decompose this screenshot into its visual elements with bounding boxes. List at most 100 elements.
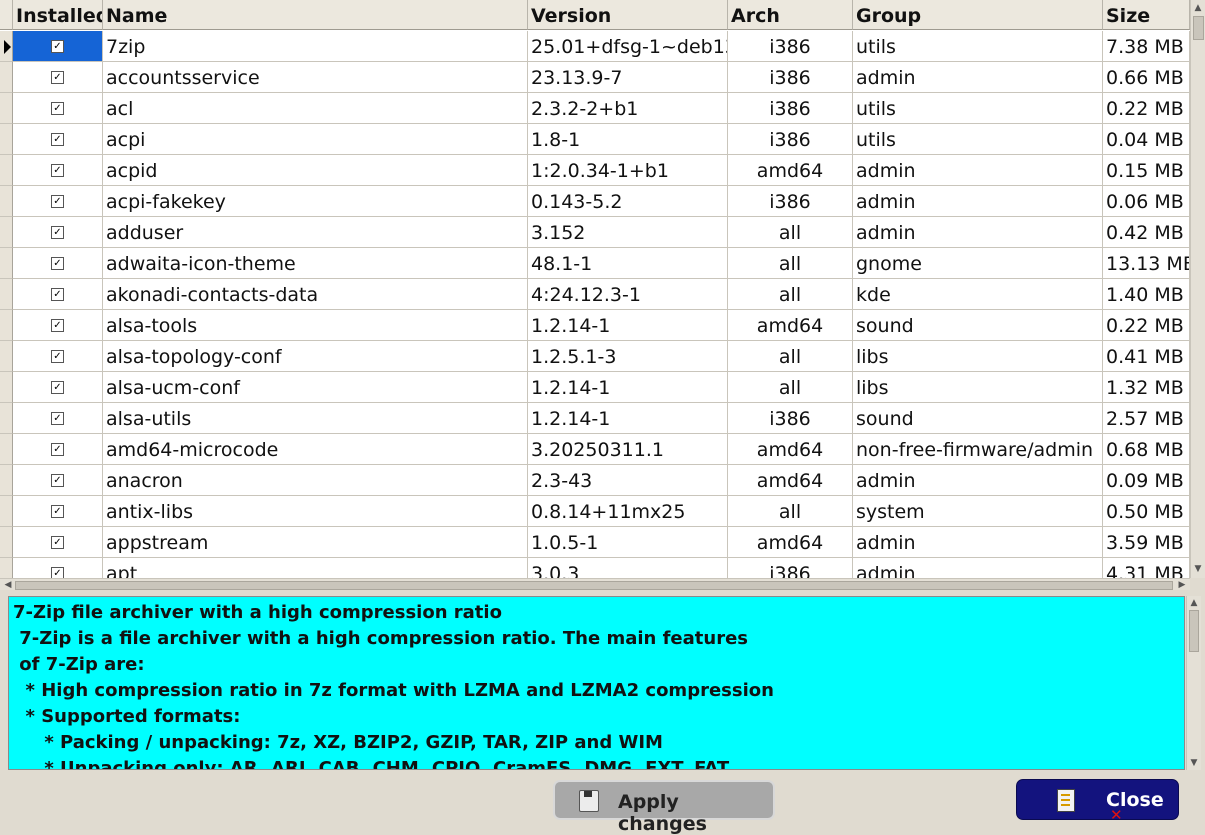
installed-checkbox[interactable]: ✓ xyxy=(51,256,64,270)
installed-checkbox[interactable]: ✓ xyxy=(51,318,64,332)
installed-checkbox[interactable]: ✓ xyxy=(51,473,64,487)
installed-cell[interactable]: ✓ xyxy=(13,434,103,465)
installed-cell[interactable]: ✓ xyxy=(13,217,103,248)
table-row[interactable]: ✓ adduser 3.152 all admin 0.42 MB xyxy=(0,217,1190,248)
column-header-name[interactable]: Name xyxy=(103,0,528,30)
name-cell: acpid xyxy=(103,155,528,186)
row-indicator[interactable] xyxy=(0,155,13,186)
installed-cell[interactable]: ✓ xyxy=(13,465,103,496)
row-indicator[interactable] xyxy=(0,93,13,124)
installed-checkbox[interactable]: ✓ xyxy=(51,101,64,115)
row-indicator[interactable] xyxy=(0,62,13,93)
group-cell: admin xyxy=(853,62,1103,93)
installed-checkbox[interactable]: ✓ xyxy=(51,287,64,301)
installed-cell[interactable]: ✓ xyxy=(13,403,103,434)
table-row[interactable]: ✓ akonadi-contacts-data 4:24.12.3-1 all kde 1… xyxy=(0,279,1190,310)
row-indicator[interactable] xyxy=(0,124,13,155)
installed-checkbox[interactable]: ✓ xyxy=(51,39,64,53)
installed-cell[interactable]: ✓ xyxy=(13,279,103,310)
installed-checkbox[interactable]: ✓ xyxy=(51,163,64,177)
installed-checkbox[interactable]: ✓ xyxy=(51,225,64,239)
installed-checkbox[interactable]: ✓ xyxy=(51,70,64,84)
group-cell: system xyxy=(853,496,1103,527)
row-indicator[interactable] xyxy=(0,558,13,578)
installed-checkbox[interactable]: ✓ xyxy=(51,504,64,518)
row-indicator[interactable] xyxy=(0,341,13,372)
grid-horizontal-scrollbar[interactable]: ◀ ▶ xyxy=(0,578,1190,590)
column-header-size[interactable]: Size xyxy=(1103,0,1190,30)
size-cell: 0.50 MB xyxy=(1103,496,1190,527)
scroll-right-icon[interactable]: ▶ xyxy=(1175,578,1189,590)
scroll-up-icon[interactable]: ▲ xyxy=(1191,1,1205,15)
table-row[interactable]: ✓ acpid 1:2.0.34-1+b1 amd64 admin 0.15 MB xyxy=(0,155,1190,186)
scroll-down-icon[interactable]: ▼ xyxy=(1191,562,1205,576)
column-header-arch[interactable]: Arch xyxy=(728,0,853,30)
installed-cell[interactable]: ✓ xyxy=(13,341,103,372)
table-row[interactable]: ✓ alsa-topology-conf 1.2.5.1-3 all libs 0.41 … xyxy=(0,341,1190,372)
row-indicator[interactable] xyxy=(0,496,13,527)
row-indicator[interactable] xyxy=(0,279,13,310)
size-cell: 0.68 MB xyxy=(1103,434,1190,465)
row-indicator[interactable] xyxy=(0,31,13,62)
table-row[interactable]: ✓ apt 3.0.3 i386 admin 4.31 MB xyxy=(0,558,1190,578)
row-indicator[interactable] xyxy=(0,372,13,403)
installed-cell[interactable]: ✓ xyxy=(13,527,103,558)
table-row[interactable]: ✓ appstream 1.0.5-1 amd64 admin 3.59 MB xyxy=(0,527,1190,558)
table-row[interactable]: ✓ accountsservice 23.13.9-7 i386 admin 0.66 M… xyxy=(0,62,1190,93)
row-indicator[interactable] xyxy=(0,465,13,496)
installed-cell[interactable]: ✓ xyxy=(13,155,103,186)
scroll-left-icon[interactable]: ◀ xyxy=(1,578,15,590)
grid-scroll-thumb[interactable] xyxy=(1193,16,1204,40)
installed-cell[interactable]: ✓ xyxy=(13,496,103,527)
row-indicator[interactable] xyxy=(0,186,13,217)
table-row[interactable]: ✓ anacron 2.3-43 amd64 admin 0.09 MB xyxy=(0,465,1190,496)
group-cell: libs xyxy=(853,341,1103,372)
table-row[interactable]: ✓ acpi 1.8-1 i386 utils 0.04 MB xyxy=(0,124,1190,155)
row-indicator[interactable] xyxy=(0,310,13,341)
row-indicator[interactable] xyxy=(0,434,13,465)
column-header-group[interactable]: Group xyxy=(853,0,1103,30)
table-row[interactable]: ✓ antix-libs 0.8.14+11mx25 all system 0.50 MB xyxy=(0,496,1190,527)
package-grid[interactable]: Installed Name Version Arch Group Size ✓… xyxy=(0,0,1205,590)
package-description[interactable]: 7-Zip file archiver with a high compress… xyxy=(8,596,1185,770)
installed-checkbox[interactable]: ✓ xyxy=(51,442,64,456)
column-header-version[interactable]: Version xyxy=(528,0,728,30)
installed-checkbox[interactable]: ✓ xyxy=(51,535,64,549)
table-row[interactable]: ✓ acl 2.3.2-2+b1 i386 utils 0.22 MB xyxy=(0,93,1190,124)
installed-cell[interactable]: ✓ xyxy=(13,93,103,124)
column-header-installed[interactable]: Installed xyxy=(13,0,103,30)
installed-cell[interactable]: ✓ xyxy=(13,124,103,155)
grid-vertical-scrollbar[interactable]: ▲ ▼ xyxy=(1190,0,1205,578)
installed-checkbox[interactable]: ✓ xyxy=(51,132,64,146)
table-row[interactable]: ✓ 7zip 25.01+dfsg-1~deb13u i386 utils 7.38 MB xyxy=(0,31,1190,62)
installed-checkbox[interactable]: ✓ xyxy=(51,380,64,394)
table-row[interactable]: ✓ amd64-microcode 3.20250311.1 amd64 non-fre… xyxy=(0,434,1190,465)
table-row[interactable]: ✓ alsa-utils 1.2.14-1 i386 sound 2.57 MB xyxy=(0,403,1190,434)
desc-scroll-up-icon[interactable]: ▲ xyxy=(1187,596,1201,610)
installed-cell[interactable]: ✓ xyxy=(13,372,103,403)
close-button[interactable]: ✕ Close xyxy=(1016,779,1179,823)
installed-cell[interactable]: ✓ xyxy=(13,186,103,217)
installed-cell[interactable]: ✓ xyxy=(13,310,103,341)
installed-cell[interactable]: ✓ xyxy=(13,558,103,578)
installed-cell[interactable]: ✓ xyxy=(13,31,103,62)
description-scrollbar[interactable]: ▲ ▼ xyxy=(1186,596,1201,770)
grid-hscroll-thumb[interactable] xyxy=(15,581,1173,590)
row-indicator[interactable] xyxy=(0,217,13,248)
installed-checkbox[interactable]: ✓ xyxy=(51,349,64,363)
apply-changes-button[interactable]: Apply changes xyxy=(553,780,775,835)
table-row[interactable]: ✓ adwaita-icon-theme 48.1-1 all gnome 13.13 M… xyxy=(0,248,1190,279)
installed-checkbox[interactable]: ✓ xyxy=(51,411,64,425)
row-indicator[interactable] xyxy=(0,248,13,279)
desc-scroll-down-icon[interactable]: ▼ xyxy=(1187,756,1201,770)
table-row[interactable]: ✓ alsa-tools 1.2.14-1 amd64 sound 0.22 MB xyxy=(0,310,1190,341)
desc-scroll-thumb[interactable] xyxy=(1189,610,1199,652)
table-row[interactable]: ✓ acpi-fakekey 0.143-5.2 i386 admin 0.06 MB xyxy=(0,186,1190,217)
row-indicator[interactable] xyxy=(0,527,13,558)
installed-cell[interactable]: ✓ xyxy=(13,248,103,279)
row-indicator[interactable] xyxy=(0,403,13,434)
table-row[interactable]: ✓ alsa-ucm-conf 1.2.14-1 all libs 1.32 MB xyxy=(0,372,1190,403)
installed-cell[interactable]: ✓ xyxy=(13,62,103,93)
installed-checkbox[interactable]: ✓ xyxy=(51,566,64,578)
installed-checkbox[interactable]: ✓ xyxy=(51,194,64,208)
